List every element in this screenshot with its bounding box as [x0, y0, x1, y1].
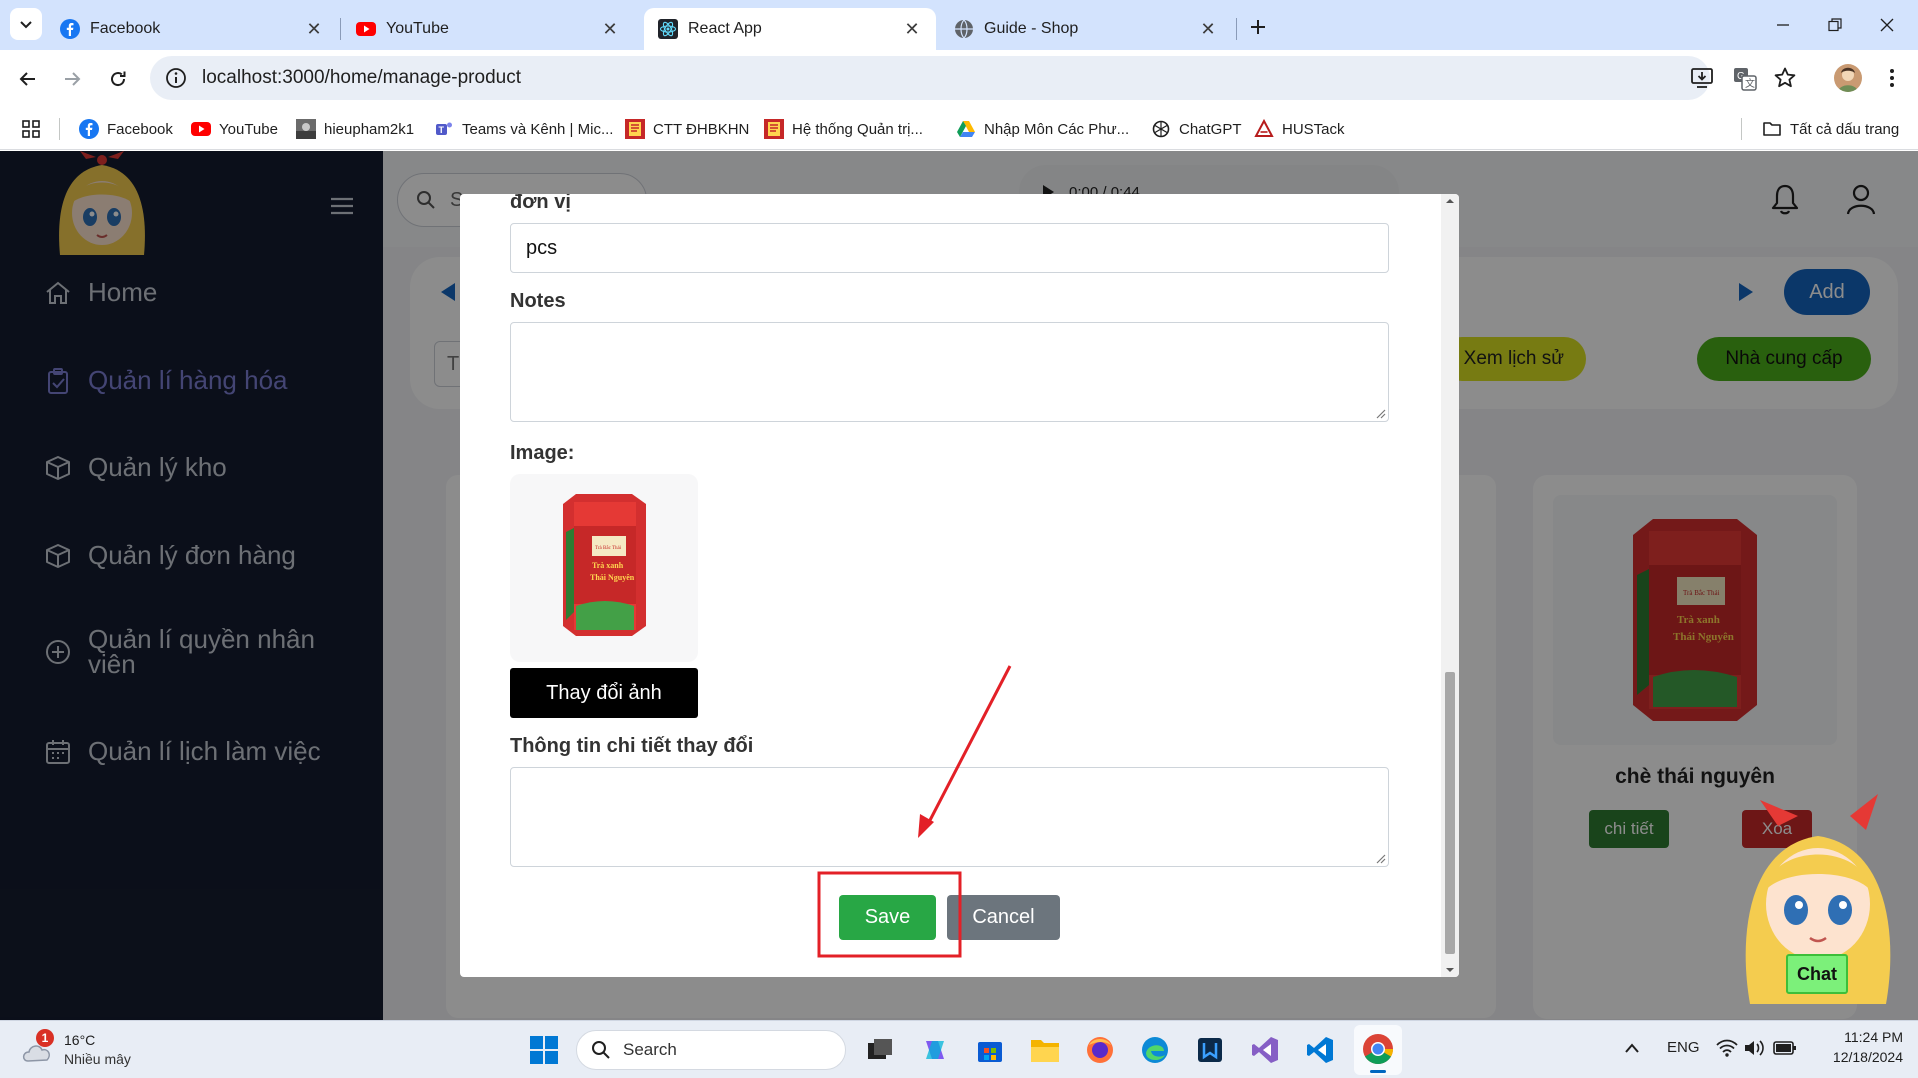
clock-time[interactable]: 11:24 PM: [1808, 1029, 1903, 1045]
annotation-arrow: [925, 665, 1012, 827]
taskbar-search-label: Search: [623, 1040, 677, 1059]
windows-taskbar: 1 16°C Nhiều mây Search ENG 11:24 PM 12/…: [0, 1020, 1918, 1078]
chat-button-label: Chat: [1797, 963, 1837, 984]
windows-start-icon[interactable]: [527, 1033, 561, 1067]
volume-icon[interactable]: [1744, 1039, 1766, 1057]
chrome-icon: [1363, 1034, 1393, 1065]
database-tool-icon[interactable]: [1193, 1033, 1227, 1067]
active-indicator: [1370, 1070, 1386, 1073]
chat-button[interactable]: Chat: [1786, 954, 1848, 994]
vscode-icon[interactable]: [1303, 1033, 1337, 1067]
wifi-icon[interactable]: [1716, 1039, 1738, 1057]
copilot-icon[interactable]: [918, 1033, 952, 1067]
taskbar-search[interactable]: Search: [576, 1030, 846, 1070]
file-explorer-icon[interactable]: [1028, 1033, 1062, 1067]
clock-date[interactable]: 12/18/2024: [1808, 1049, 1903, 1065]
weather-badge: 1: [36, 1029, 54, 1047]
language-indicator[interactable]: ENG: [1667, 1039, 1700, 1056]
chat-widget[interactable]: Chat: [1730, 786, 1906, 1004]
chevron-up-icon[interactable]: [1624, 1041, 1640, 1055]
visual-studio-icon[interactable]: [1248, 1033, 1282, 1067]
battery-icon[interactable]: [1773, 1039, 1797, 1057]
weather-desc: Nhiều mây: [64, 1051, 131, 1067]
weather-temp: 16°C: [64, 1032, 96, 1048]
annotation-highlight-box: [817, 871, 962, 958]
store-icon[interactable]: [973, 1033, 1007, 1067]
annotation-overlay: [817, 665, 1012, 958]
edge-icon[interactable]: [1138, 1033, 1172, 1067]
search-icon: [592, 1041, 610, 1059]
weather-badge-count: 1: [41, 1031, 49, 1045]
chrome-taskbar-active[interactable]: [1354, 1025, 1402, 1075]
firefox-icon[interactable]: [1083, 1033, 1117, 1067]
weather-widget[interactable]: 1 16°C Nhiều mây: [20, 1029, 190, 1071]
task-view-icon[interactable]: [863, 1033, 897, 1067]
